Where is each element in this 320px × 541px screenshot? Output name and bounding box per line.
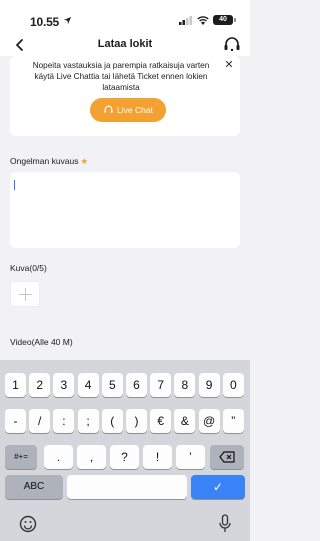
live-chat-button[interactable]: Live Chat	[90, 98, 166, 122]
status-time: 10.55	[30, 15, 60, 29]
key-5[interactable]: 5	[101, 373, 123, 397]
video-label: Video(Alle 40 M)	[10, 337, 73, 347]
key-symbol[interactable]: /	[29, 409, 51, 433]
key-8[interactable]: 8	[174, 373, 196, 397]
add-image-button[interactable]	[10, 281, 40, 307]
battery-icon: 40	[213, 15, 236, 25]
key-symbol[interactable]: -	[5, 409, 26, 433]
live-chat-banner: Nopeita vastauksia ja parempia ratkaisuj…	[10, 56, 240, 136]
navigation-bar: Lataa lokit	[0, 34, 250, 56]
key-symbol[interactable]: ;	[77, 409, 99, 433]
key-punctuation[interactable]: !	[143, 445, 172, 469]
required-star-icon: ★	[80, 156, 89, 166]
key-symbol[interactable]: (	[101, 409, 123, 433]
key-1[interactable]: 1	[5, 373, 26, 397]
numeric-keyboard: 1234567890 - /:;() € & @” #+= .,?!’ ABC ✓	[0, 360, 250, 541]
key-2[interactable]: 2	[29, 373, 51, 397]
key-3[interactable]: 3	[53, 373, 75, 397]
text-cursor	[14, 180, 15, 190]
live-chat-label: Live Chat	[117, 105, 153, 115]
abc-key[interactable]: ABC	[5, 475, 63, 499]
location-arrow-icon	[63, 16, 72, 25]
symbols-switch-key[interactable]: #+=	[5, 445, 37, 469]
key-9[interactable]: 9	[198, 373, 220, 397]
key-punctuation[interactable]: ,	[77, 445, 106, 469]
customer-support-icon[interactable]	[222, 36, 242, 54]
key-0[interactable]: 0	[222, 373, 244, 397]
description-textarea[interactable]	[10, 172, 240, 248]
headset-icon	[104, 105, 113, 113]
wifi-icon	[197, 15, 209, 25]
emoji-icon[interactable]	[19, 515, 37, 533]
close-icon[interactable]: ✕	[223, 59, 235, 71]
description-label: Ongelman kuvaus ★	[10, 156, 88, 167]
microphone-icon[interactable]	[218, 514, 232, 534]
image-label: Kuva(0/5)	[10, 263, 47, 273]
page-title: Lataa lokit	[97, 38, 153, 50]
key-6[interactable]: 6	[126, 373, 147, 397]
backspace-icon	[219, 451, 235, 463]
space-key[interactable]	[67, 475, 187, 499]
description-label-text: Ongelman kuvaus	[10, 156, 79, 166]
signal-icon	[179, 15, 192, 25]
done-key[interactable]: ✓	[191, 475, 245, 499]
key-punctuation[interactable]: ?	[110, 445, 139, 469]
key-symbol[interactable]: ”	[222, 409, 244, 433]
status-icons: 40	[179, 15, 236, 25]
key-symbol[interactable]: &	[174, 409, 196, 433]
key-punctuation[interactable]: ’	[176, 445, 205, 469]
key-7[interactable]: 7	[150, 373, 172, 397]
key-symbol[interactable]: :	[53, 409, 75, 433]
banner-message: Nopeita vastauksia ja parempia ratkaisuj…	[32, 61, 210, 92]
key-symbol[interactable]: )	[126, 409, 147, 433]
backspace-key[interactable]	[210, 445, 244, 469]
key-symbol[interactable]: @	[198, 409, 220, 433]
key-symbol[interactable]: €	[150, 409, 172, 433]
status-bar: 10.55 40	[0, 0, 250, 34]
key-punctuation[interactable]: .	[44, 445, 73, 469]
key-4[interactable]: 4	[77, 373, 99, 397]
